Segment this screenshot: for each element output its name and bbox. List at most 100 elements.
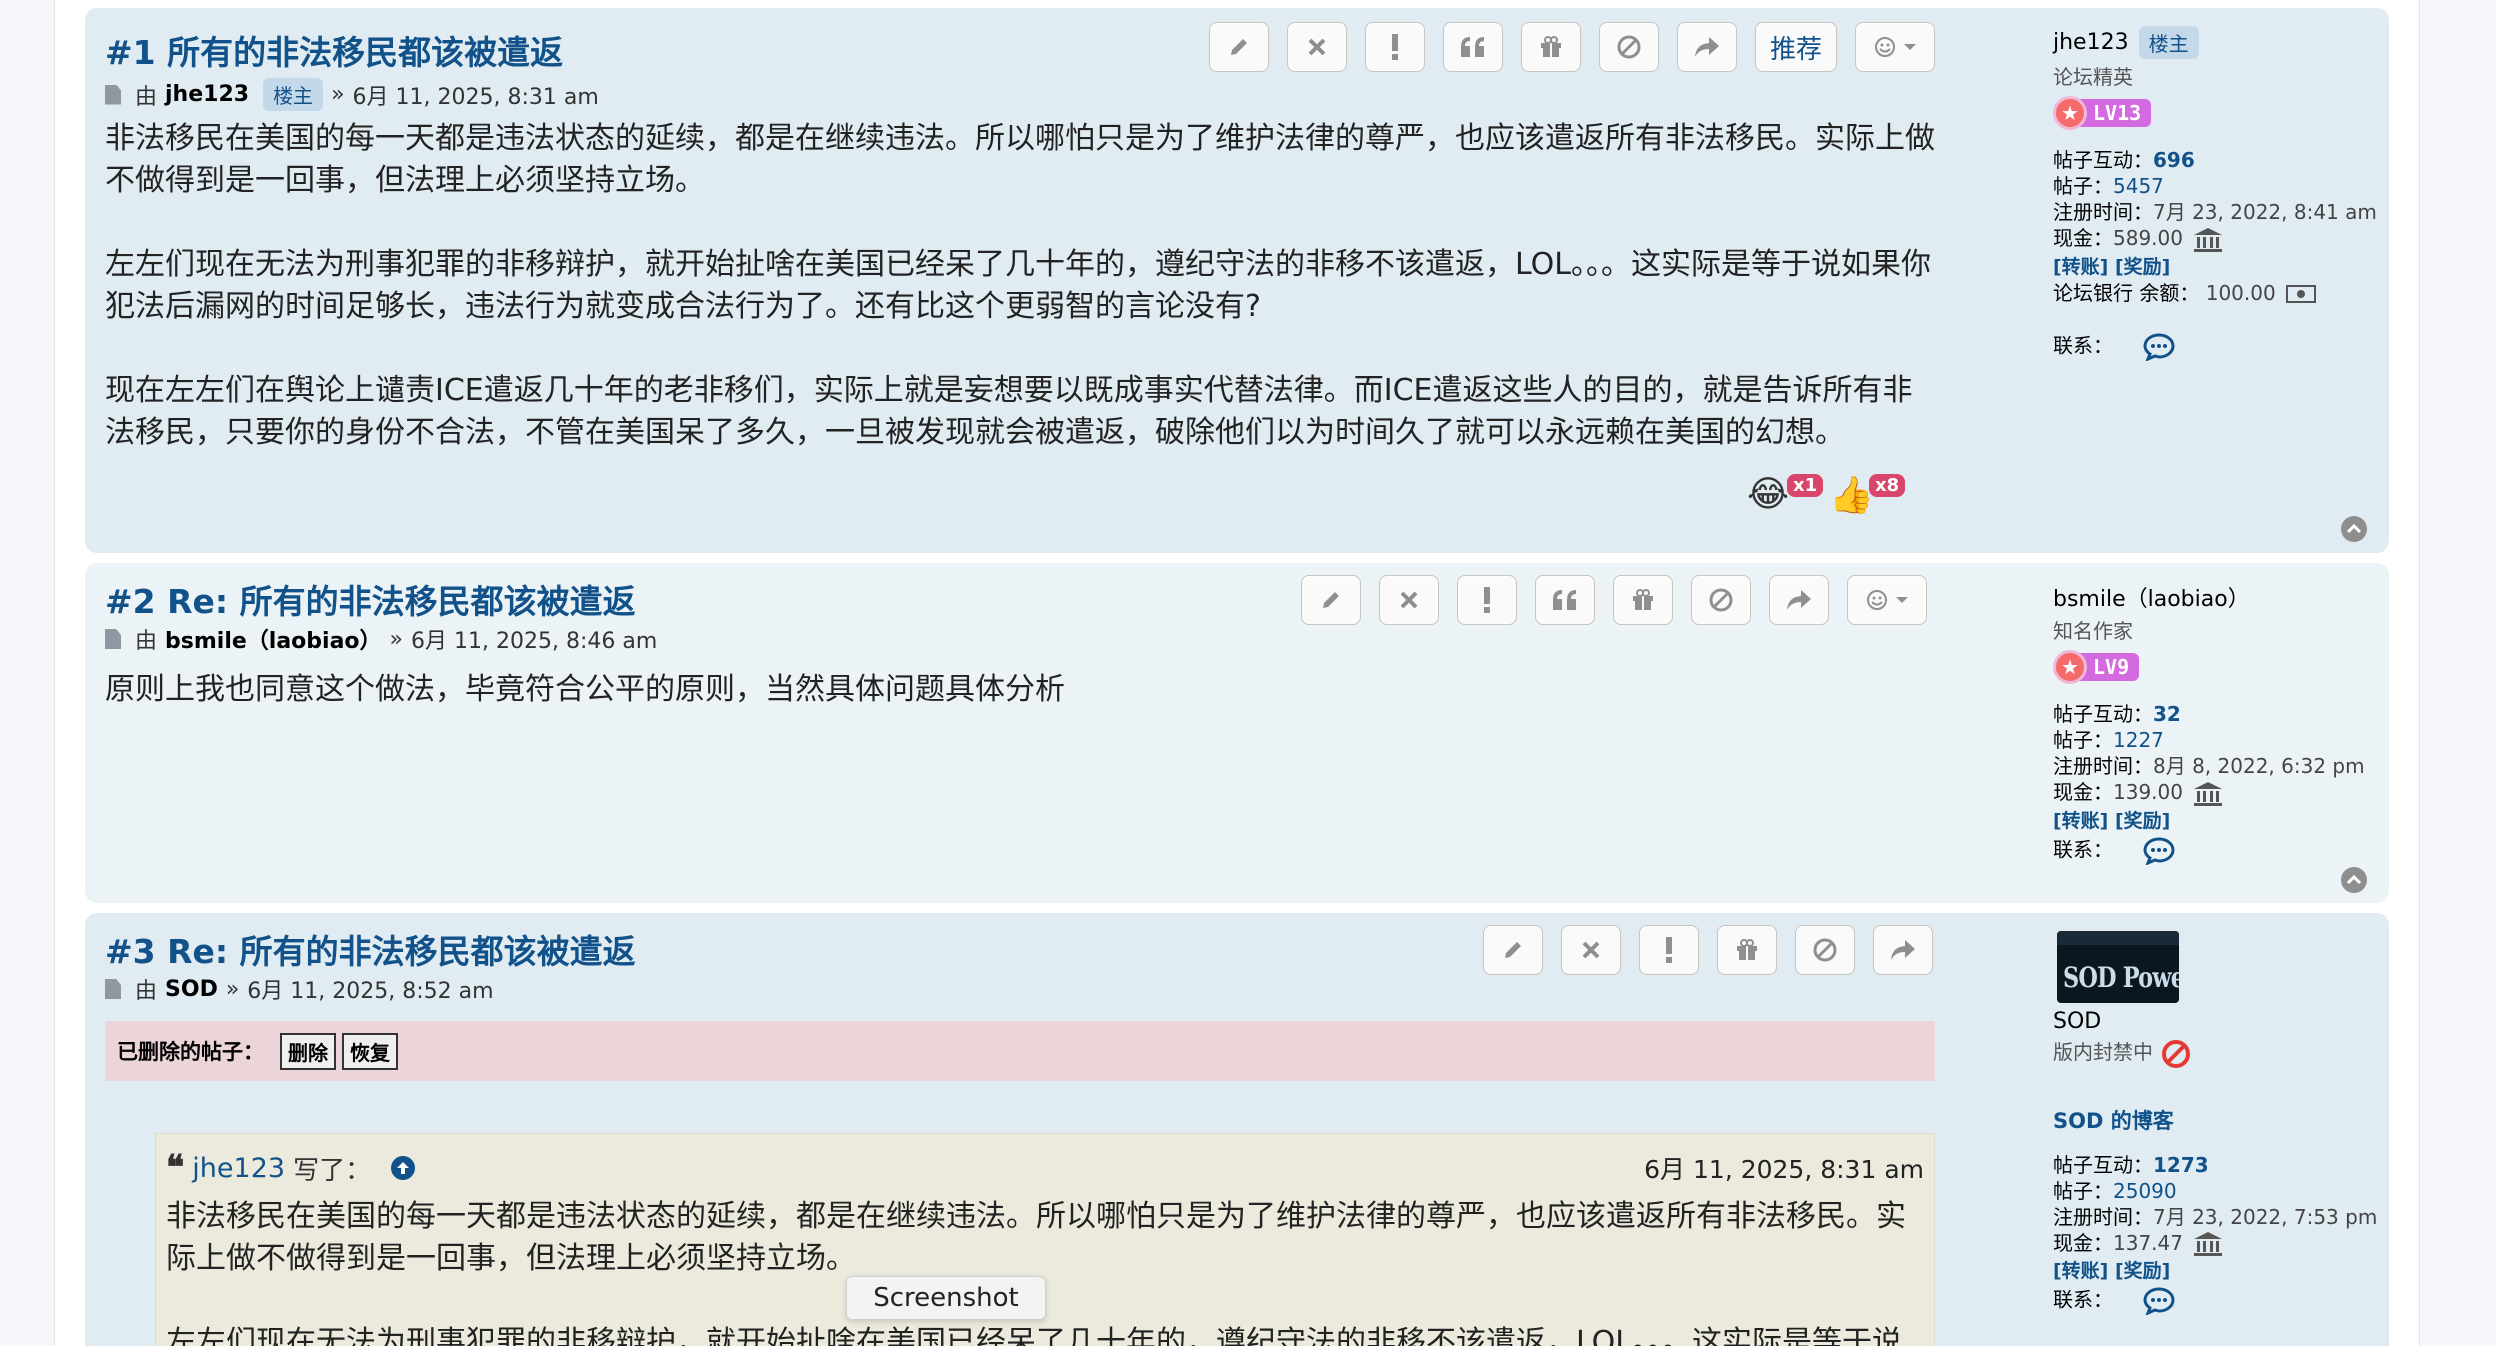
interaction-count[interactable]: 696 (2153, 148, 2195, 172)
reward-link[interactable]: [奖励] (2115, 810, 2170, 832)
author-profile: SOD Power SOD 版内封禁中 SOD 的博客 帖子互动：1273 帖子… (2053, 931, 2377, 1315)
pencil-icon (1231, 39, 1247, 55)
edit-button[interactable] (1209, 22, 1269, 72)
ban-icon (1617, 35, 1641, 59)
cash-amount: 137.47 (2113, 1230, 2183, 1255)
author-name[interactable]: SOD (165, 977, 218, 1002)
restore-post-button[interactable]: 恢复 (342, 1032, 398, 1070)
gift-icon (1737, 939, 1757, 960)
back-to-top-button[interactable] (2341, 516, 2367, 542)
back-to-top-button[interactable] (2341, 867, 2367, 893)
arrow-up-icon (397, 1162, 410, 1174)
op-badge: 楼主 (263, 78, 324, 111)
post-file-icon[interactable] (105, 979, 121, 999)
gift-icon (1541, 36, 1561, 57)
level-badge: ★ LV13 (2053, 96, 2152, 130)
money-icon (2286, 285, 2317, 303)
post-file-icon[interactable] (105, 629, 121, 649)
post-title[interactable]: #3 Re: 所有的非法移民都该被遣返 (105, 925, 636, 973)
jump-to-quoted-button[interactable] (391, 1156, 416, 1180)
quote-author[interactable]: jhe123 (192, 1153, 285, 1184)
quote-button[interactable] (1535, 575, 1595, 625)
avatar[interactable]: SOD Power (2057, 931, 2179, 1003)
gift-button[interactable] (1613, 575, 1673, 625)
report-button[interactable] (1365, 22, 1425, 72)
share-arrow-icon (1695, 37, 1719, 57)
gift-button[interactable] (1521, 22, 1581, 72)
join-date: 7月 23, 2022, 7:53 pm (2153, 1204, 2378, 1229)
bank-icon[interactable] (2193, 1231, 2223, 1257)
quote-mark-icon: ❝ (166, 1148, 185, 1188)
thumbs-up-emoji-icon: 👍 (1829, 475, 1874, 516)
author-name[interactable]: bsmile（laobiao） (165, 623, 382, 655)
recommend-button[interactable]: 推荐 (1755, 22, 1838, 72)
post-count[interactable]: 1227 (2113, 728, 2164, 752)
delete-post-button[interactable]: 删除 (280, 1032, 336, 1070)
profile-username[interactable]: SOD (2053, 1009, 2373, 1034)
star-icon: ★ (2053, 96, 2087, 130)
reward-link[interactable]: [奖励] (2115, 1260, 2170, 1282)
user-rank: 知名作家 (2053, 619, 2133, 643)
reaction-dropdown[interactable] (1855, 22, 1936, 72)
ban-icon (1813, 938, 1837, 962)
user-status: 版内封禁中 (2053, 1040, 2153, 1064)
chat-bubble-icon[interactable] (2143, 332, 2175, 361)
delete-button[interactable] (1379, 575, 1439, 625)
interaction-count[interactable]: 1273 (2153, 1153, 2209, 1177)
profile-username[interactable]: jhe123 (2053, 30, 2129, 55)
user-blog-link[interactable]: SOD 的博客 (2053, 1105, 2373, 1135)
ban-button[interactable] (1599, 22, 1659, 72)
quote-paragraph: 非法移民在美国的每一天都是违法状态的延续，都是在继续违法。所以哪怕只是为了维护法… (166, 1199, 1906, 1276)
reaction-count: x1 (1787, 474, 1824, 497)
transfer-link[interactable]: [转账] (2053, 256, 2108, 278)
chat-bubble-icon[interactable] (2143, 836, 2175, 865)
share-button[interactable] (1769, 575, 1829, 625)
delete-button[interactable] (1561, 925, 1621, 975)
post-count[interactable]: 25090 (2113, 1179, 2177, 1203)
reaction-thumbs-up[interactable]: 👍 x8 (1829, 474, 1906, 518)
ban-button[interactable] (1691, 575, 1751, 625)
reward-link[interactable]: [奖励] (2115, 256, 2170, 278)
post-count[interactable]: 5457 (2113, 174, 2164, 198)
quote-button[interactable] (1443, 22, 1503, 72)
edit-button[interactable] (1483, 925, 1543, 975)
post-toolbar (1483, 925, 1933, 975)
post-title[interactable]: #2 Re: 所有的非法移民都该被遣返 (105, 575, 636, 623)
chat-bubble-icon[interactable] (2143, 1287, 2175, 1315)
cash-amount: 139.00 (2113, 780, 2183, 804)
report-button[interactable] (1639, 925, 1699, 975)
share-arrow-icon (1891, 940, 1915, 960)
screenshot-tooltip: Screenshot (846, 1276, 1046, 1320)
profile-username[interactable]: bsmile（laobiao） (2053, 581, 2373, 613)
transfer-link[interactable]: [转账] (2053, 1260, 2108, 1282)
post-title[interactable]: #1 所有的非法移民都该被遣返 (105, 26, 563, 74)
bank-icon[interactable] (2193, 781, 2223, 807)
transfer-link[interactable]: [转账] (2053, 810, 2108, 832)
report-button[interactable] (1457, 575, 1517, 625)
exclamation-icon (1484, 587, 1490, 613)
user-rank: 论坛精英 (2053, 65, 2133, 89)
quote-date: 6月 11, 2025, 8:31 am (1644, 1155, 1924, 1184)
join-date: 8月 8, 2022, 6:32 pm (2153, 754, 2365, 778)
page-wrapper: #1 所有的非法移民都该被遣返 由 jhe123 楼主 » 6月 11, 202… (54, 0, 2420, 1346)
gift-button[interactable] (1717, 925, 1777, 975)
ban-button[interactable] (1795, 925, 1855, 975)
share-arrow-icon (1787, 590, 1811, 610)
pencil-icon (1323, 592, 1339, 608)
bank-icon[interactable] (2193, 227, 2223, 253)
chevron-up-icon (2347, 875, 2361, 885)
delete-button[interactable] (1287, 22, 1347, 72)
reaction-dropdown[interactable] (1847, 575, 1927, 625)
pencil-icon (1505, 942, 1521, 958)
smiley-icon (1875, 37, 1896, 57)
edit-button[interactable] (1301, 575, 1361, 625)
author-name[interactable]: jhe123 (165, 82, 249, 107)
gift-icon (1633, 589, 1653, 610)
close-icon (1582, 941, 1600, 959)
share-button[interactable] (1677, 22, 1737, 72)
share-button[interactable] (1873, 925, 1933, 975)
post-file-icon[interactable] (105, 84, 121, 105)
reaction-laugh[interactable]: 😂 x1 (1747, 474, 1824, 518)
interaction-count[interactable]: 32 (2153, 702, 2181, 726)
post-content: 非法移民在美国的每一天都是违法状态的延续，都是在继续违法。所以哪怕只是为了维护法… (105, 118, 1935, 454)
